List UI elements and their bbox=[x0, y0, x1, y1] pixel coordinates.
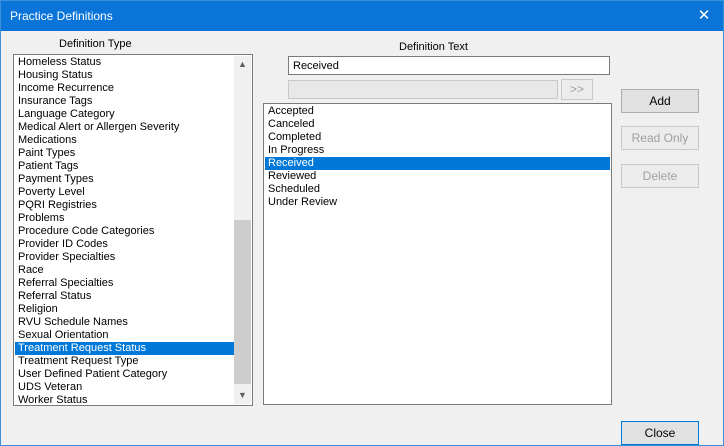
list-item[interactable]: UDS Veteran bbox=[15, 381, 234, 394]
window-title: Practice Definitions bbox=[10, 9, 113, 23]
definition-secondary-input[interactable] bbox=[288, 80, 558, 99]
scroll-thumb[interactable] bbox=[234, 220, 251, 384]
list-item[interactable]: Language Category bbox=[15, 108, 234, 121]
list-item[interactable]: Reviewed bbox=[265, 170, 610, 183]
scroll-up-icon[interactable]: ▲ bbox=[234, 56, 251, 73]
list-item[interactable]: RVU Schedule Names bbox=[15, 316, 234, 329]
list-item[interactable]: Provider Specialties bbox=[15, 251, 234, 264]
list-item[interactable]: Religion bbox=[15, 303, 234, 316]
list-item[interactable]: Sexual Orientation bbox=[15, 329, 234, 342]
practice-definitions-window: Practice Definitions ✕ Definition Type H… bbox=[0, 0, 724, 446]
list-item[interactable]: Accepted bbox=[265, 105, 610, 118]
list-item[interactable]: Patient Tags bbox=[15, 160, 234, 173]
definition-type-list[interactable]: Homeless Status Housing Status Income Recu… bbox=[13, 54, 253, 406]
list-item[interactable]: Completed bbox=[265, 131, 610, 144]
read-only-button[interactable]: Read Only bbox=[621, 126, 699, 150]
definition-values-list[interactable]: Accepted Canceled Completed In Progress Rece… bbox=[263, 103, 612, 405]
definition-type-label: Definition Type bbox=[59, 38, 132, 50]
definition-text-input[interactable]: Received bbox=[288, 56, 610, 75]
list-item[interactable]: PQRI Registries bbox=[15, 199, 234, 212]
list-item[interactable]: Income Recurrence bbox=[15, 82, 234, 95]
list-item[interactable]: Race bbox=[15, 264, 234, 277]
list-item[interactable]: Poverty Level bbox=[15, 186, 234, 199]
list-item[interactable]: Referral Status bbox=[15, 290, 234, 303]
list-item[interactable]: Referral Specialties bbox=[15, 277, 234, 290]
add-button[interactable]: Add bbox=[621, 89, 699, 113]
list-item[interactable]: In Progress bbox=[265, 144, 610, 157]
list-item[interactable]: Scheduled bbox=[265, 183, 610, 196]
list-item[interactable]: Medications bbox=[15, 134, 234, 147]
definition-text-label: Definition Text bbox=[399, 41, 468, 53]
list-item[interactable]: Under Review bbox=[265, 196, 610, 209]
list-item[interactable]: Homeless Status bbox=[15, 56, 234, 69]
list-item[interactable]: Payment Types bbox=[15, 173, 234, 186]
definition-type-scrollbar[interactable]: ▲ ▼ bbox=[234, 56, 251, 404]
title-bar: Practice Definitions ✕ bbox=[1, 1, 723, 31]
close-button[interactable]: Close bbox=[621, 421, 699, 445]
list-item[interactable]: Paint Types bbox=[15, 147, 234, 160]
list-item[interactable]: Treatment Request Status bbox=[15, 342, 234, 355]
list-item[interactable]: Treatment Request Type bbox=[15, 355, 234, 368]
scroll-down-icon[interactable]: ▼ bbox=[234, 387, 251, 404]
list-item[interactable]: Procedure Code Categories bbox=[15, 225, 234, 238]
list-item[interactable]: Canceled bbox=[265, 118, 610, 131]
close-icon[interactable]: ✕ bbox=[685, 1, 723, 31]
list-item[interactable]: Housing Status bbox=[15, 69, 234, 82]
list-item[interactable]: User Defined Patient Category bbox=[15, 368, 234, 381]
move-button[interactable]: >> bbox=[561, 79, 593, 100]
list-item[interactable]: Worker Status bbox=[15, 394, 234, 405]
list-item[interactable]: Received bbox=[265, 157, 610, 170]
list-item[interactable]: Problems bbox=[15, 212, 234, 225]
delete-button[interactable]: Delete bbox=[621, 164, 699, 188]
list-item[interactable]: Insurance Tags bbox=[15, 95, 234, 108]
list-item[interactable]: Provider ID Codes bbox=[15, 238, 234, 251]
list-item[interactable]: Medical Alert or Allergen Severity bbox=[15, 121, 234, 134]
